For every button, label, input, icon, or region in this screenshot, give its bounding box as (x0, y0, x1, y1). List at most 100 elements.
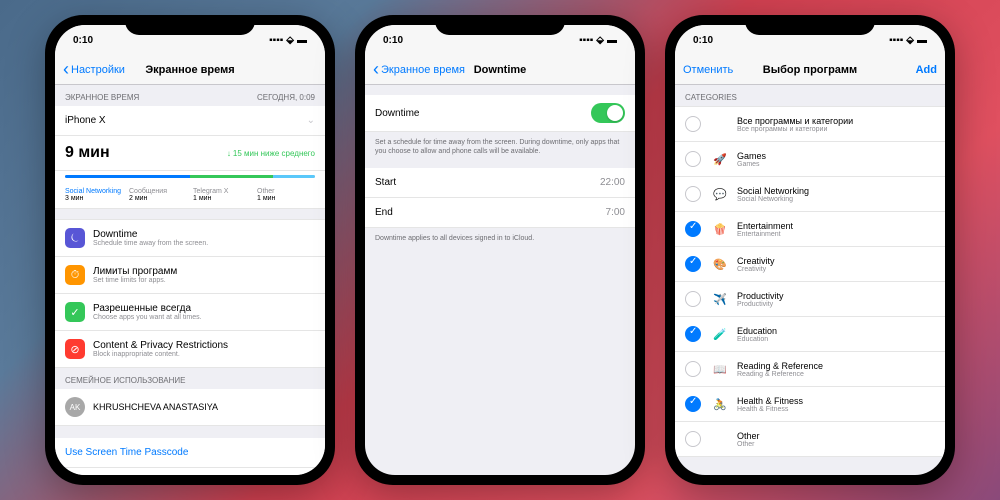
category-checkbox[interactable] (685, 396, 701, 412)
category-checkbox[interactable] (685, 291, 701, 307)
categories-header: CATEGORIES (675, 85, 945, 106)
menu-title: Downtime (93, 229, 315, 240)
category-subtitle: Все программы и категории (737, 126, 853, 133)
category-icon: 🚀 (711, 150, 729, 168)
category-row[interactable]: Все программы и категорииВсе программы и… (675, 106, 945, 142)
device-label: iPhone X (65, 115, 307, 126)
content-scroll[interactable]: ЭКРАННОЕ ВРЕМЯ Сегодня, 0:09 iPhone X ⌄ … (55, 85, 325, 475)
category-icon: ✈️ (711, 290, 729, 308)
category-row[interactable]: ✈️ProductivityProductivity (675, 282, 945, 317)
menu-item[interactable]: ⏱Лимиты программSet time limits for apps… (55, 257, 325, 294)
category-icon: 📖 (711, 360, 729, 378)
category-title: Entertainment (737, 221, 793, 231)
category-checkbox[interactable] (685, 326, 701, 342)
menu-item[interactable]: ✓Разрешенные всегдаChoose apps you want … (55, 294, 325, 331)
phone-downtime: 0:10 ▪▪▪▪⬙▬ Экранное время Downtime Down… (355, 15, 645, 485)
category-checkbox[interactable] (685, 116, 701, 132)
phone-app-picker: 0:10 ▪▪▪▪⬙▬ Отменить Выбор программ Add … (665, 15, 955, 485)
menu-icon: ⊘ (65, 339, 85, 359)
category-checkbox[interactable] (685, 256, 701, 272)
back-button[interactable]: Настройки (63, 59, 125, 80)
downtime-toggle[interactable] (591, 103, 625, 123)
start-value: 22:00 (600, 177, 625, 188)
family-member-row[interactable]: AK KHRUSHCHEVA ANASTASIYA (55, 389, 325, 426)
menu-item[interactable]: ⊘ Content & Privacy RestrictionsBlock ina… (55, 331, 325, 368)
category-subtitle: Creativity (737, 266, 775, 273)
notch (745, 15, 875, 35)
category-row[interactable]: 🚴Health & FitnessHealth & Fitness (675, 387, 945, 422)
category-row[interactable]: 🍿EntertainmentEntertainment (675, 212, 945, 247)
category-subtitle: Games (737, 161, 766, 168)
category-subtitle: Entertainment (737, 231, 793, 238)
toggle-label: Downtime (375, 108, 591, 119)
nav-bar: Отменить Выбор программ Add (675, 55, 945, 85)
end-time-row[interactable]: End 7:00 (365, 198, 635, 228)
category-subtitle: Health & Fitness (737, 406, 803, 413)
usage-item: Сообщения2 мин (129, 188, 187, 202)
category-checkbox[interactable] (685, 361, 701, 377)
category-checkbox[interactable] (685, 221, 701, 237)
start-time-row[interactable]: Start 22:00 (365, 168, 635, 198)
menu-item[interactable]: ⏾DowntimeSchedule time away from the scr… (55, 219, 325, 257)
wifi-icon: ⬙ (906, 35, 914, 46)
usage-breakdown: Social Networking3 минСообщения2 минTele… (55, 182, 325, 209)
battery-icon: ▬ (607, 35, 617, 46)
downtime-toggle-row[interactable]: Downtime (365, 95, 635, 132)
category-subtitle: Other (737, 441, 760, 448)
category-title: Все программы и категории (737, 116, 853, 126)
menu-title: Разрешенные всегда (93, 303, 315, 314)
passcode-link[interactable]: Use Screen Time Passcode (55, 438, 325, 468)
turn-off-link[interactable]: Turn Off Screen Time (55, 468, 325, 475)
category-row[interactable]: 💬Social NetworkingSocial Networking (675, 177, 945, 212)
category-title: Health & Fitness (737, 396, 803, 406)
content-scroll[interactable]: CATEGORIES Все программы и категорииВсе … (675, 85, 945, 475)
notch (125, 15, 255, 35)
nav-title: Downtime (474, 64, 527, 76)
toggle-description: Set a schedule for time away from the sc… (365, 132, 635, 162)
signal-icon: ▪▪▪▪ (579, 35, 593, 46)
category-title: Productivity (737, 291, 784, 301)
avatar: AK (65, 397, 85, 417)
category-title: Creativity (737, 256, 775, 266)
add-button[interactable]: Add (916, 64, 937, 76)
category-title: Social Networking (737, 186, 809, 196)
usage-item: Other1 мин (257, 188, 315, 202)
wifi-icon: ⬙ (596, 35, 604, 46)
cancel-button[interactable]: Отменить (683, 64, 733, 76)
category-checkbox[interactable] (685, 186, 701, 202)
menu-title: Content & Privacy Restrictions (93, 340, 315, 351)
menu-title: Лимиты программ (93, 266, 315, 277)
signal-icon: ▪▪▪▪ (889, 35, 903, 46)
category-checkbox[interactable] (685, 431, 701, 447)
menu-subtitle: Choose apps you want at all times. (93, 314, 315, 321)
category-row[interactable]: 🎨 CreativityCreativity (675, 247, 945, 282)
category-row[interactable]: OtherOther (675, 422, 945, 457)
phone-screen-time: 0:10 ▪▪▪▪⬙▬ Настройки Экранное время ЭКР… (45, 15, 335, 485)
category-icon: 🎨 (711, 255, 729, 273)
device-row[interactable]: iPhone X ⌄ (55, 106, 325, 136)
category-icon (711, 115, 729, 133)
category-row[interactable]: 📖Reading & ReferenceReading & Reference (675, 352, 945, 387)
category-title: Education (737, 326, 777, 336)
menu-icon: ⏱ (65, 265, 85, 285)
total-time: 9 мин (65, 144, 110, 162)
back-button[interactable]: Экранное время (373, 59, 465, 80)
usage-item: Social Networking3 мин (65, 188, 123, 202)
status-time: 0:10 (383, 35, 403, 46)
category-checkbox[interactable] (685, 151, 701, 167)
start-label: Start (375, 177, 600, 188)
status-time: 0:10 (73, 35, 93, 46)
family-name: KHRUSHCHEVA ANASTASIYA (93, 402, 218, 412)
usage-bar (55, 171, 325, 182)
wifi-icon: ⬙ (286, 35, 294, 46)
menu-subtitle: Block inappropriate content. (93, 351, 315, 358)
category-row[interactable]: 🧪EducationEducation (675, 317, 945, 352)
menu-icon: ⏾ (65, 228, 85, 248)
end-value: 7:00 (606, 207, 625, 218)
total-time-row[interactable]: 9 мин 15 мин ниже среднего (55, 136, 325, 171)
category-row[interactable]: 🚀GamesGames (675, 142, 945, 177)
nav-bar: Настройки Экранное время (55, 55, 325, 85)
category-icon: 🧪 (711, 325, 729, 343)
category-title: Reading & Reference (737, 361, 823, 371)
content-scroll[interactable]: Downtime Set a schedule for time away fr… (365, 85, 635, 475)
